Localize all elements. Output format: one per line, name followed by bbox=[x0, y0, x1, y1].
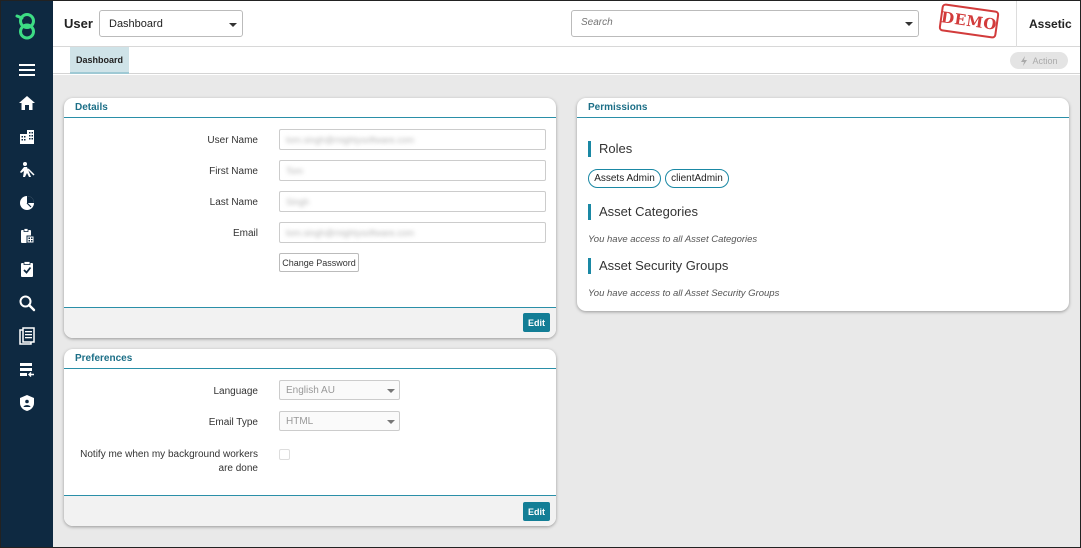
details-card-title: Details bbox=[64, 98, 556, 118]
view-select[interactable]: Dashboard bbox=[99, 10, 243, 37]
preferences-card: Preferences Language English AU Email Ty… bbox=[64, 349, 556, 526]
tab-dashboard[interactable]: Dashboard bbox=[70, 47, 129, 74]
content-area: Details User Name tom.singh@mightysoftwa… bbox=[53, 75, 1081, 548]
notify-label: Notify me when my background workers are… bbox=[74, 448, 258, 476]
roles-heading: Roles bbox=[588, 141, 632, 157]
email-type-label: Email Type bbox=[208, 417, 258, 428]
details-edit-button[interactable]: Edit bbox=[523, 313, 550, 332]
change-password-button[interactable]: Change Password bbox=[279, 253, 359, 272]
search-input[interactable] bbox=[581, 17, 881, 28]
action-button-label: Action bbox=[1032, 55, 1058, 66]
email-field[interactable]: tom.singh@mightysoftware.com bbox=[279, 222, 546, 243]
action-button[interactable]: Action bbox=[1010, 52, 1068, 69]
pie-chart-icon[interactable] bbox=[16, 192, 38, 214]
permissions-card-title: Permissions bbox=[577, 98, 1069, 118]
last-name-label: Last Name bbox=[209, 197, 258, 208]
preferences-edit-button[interactable]: Edit bbox=[523, 502, 550, 521]
language-value: English AU bbox=[286, 385, 335, 396]
asset-categories-note: You have access to all Asset Categories bbox=[588, 234, 758, 245]
email-value: tom.singh@mightysoftware.com bbox=[286, 228, 415, 238]
tab-bar: Dashboard Action bbox=[53, 47, 1081, 74]
username-field[interactable]: tom.singh@mightysoftware.com bbox=[279, 129, 546, 150]
view-select-value: Dashboard bbox=[109, 18, 163, 30]
search-icon[interactable] bbox=[16, 292, 38, 314]
notify-checkbox[interactable] bbox=[279, 449, 290, 460]
email-label: Email bbox=[232, 228, 258, 239]
first-name-label: First Name bbox=[209, 166, 258, 177]
buildings-icon[interactable] bbox=[16, 126, 38, 148]
shield-icon[interactable] bbox=[16, 392, 38, 414]
chevron-down-icon bbox=[387, 420, 395, 424]
notify-label-line1: Notify me when my background workers bbox=[80, 449, 258, 460]
email-type-select[interactable]: HTML bbox=[279, 411, 400, 431]
menu-icon[interactable] bbox=[16, 59, 38, 81]
preferences-card-title: Preferences bbox=[64, 349, 556, 369]
worker-icon[interactable] bbox=[16, 159, 38, 181]
home-icon[interactable] bbox=[16, 92, 38, 114]
list-import-icon[interactable] bbox=[16, 359, 38, 381]
language-select[interactable]: English AU bbox=[279, 380, 400, 400]
details-card: Details User Name tom.singh@mightysoftwa… bbox=[64, 98, 556, 338]
role-pill[interactable]: clientAdmin bbox=[665, 169, 729, 188]
assetic-logo[interactable] bbox=[14, 12, 40, 40]
username-label: User Name bbox=[207, 135, 258, 146]
documents-icon[interactable] bbox=[16, 325, 38, 347]
clipboard-check-icon[interactable] bbox=[16, 258, 38, 280]
first-name-value: Tom bbox=[286, 166, 304, 176]
chevron-down-icon bbox=[387, 389, 395, 393]
sidebar bbox=[0, 0, 53, 548]
username-value: tom.singh@mightysoftware.com bbox=[286, 135, 415, 145]
last-name-field[interactable]: Singh bbox=[279, 191, 546, 212]
language-label: Language bbox=[213, 386, 259, 397]
lightning-icon bbox=[1021, 55, 1028, 66]
asset-security-groups-heading: Asset Security Groups bbox=[588, 258, 728, 274]
demo-stamp: DEMO bbox=[938, 3, 1000, 39]
chevron-down-icon bbox=[229, 23, 237, 27]
search-box[interactable] bbox=[571, 10, 919, 37]
last-name-value: Singh bbox=[286, 197, 310, 207]
role-pill[interactable]: Assets Admin bbox=[588, 169, 661, 188]
notify-label-line2: are done bbox=[218, 463, 258, 474]
details-card-footer: Edit bbox=[64, 307, 556, 338]
page-title: User bbox=[64, 16, 93, 31]
asset-categories-heading: Asset Categories bbox=[588, 204, 698, 220]
divider bbox=[1016, 0, 1017, 47]
permissions-card: Permissions Roles Assets Admin clientAdm… bbox=[577, 98, 1069, 311]
asset-security-groups-note: You have access to all Asset Security Gr… bbox=[588, 288, 780, 299]
preferences-card-footer: Edit bbox=[64, 495, 556, 526]
brand-name: Assetic bbox=[1029, 17, 1072, 31]
clipboard-grid-icon[interactable] bbox=[16, 225, 38, 247]
first-name-field[interactable]: Tom bbox=[279, 160, 546, 181]
top-header: User Dashboard DEMO Assetic bbox=[53, 0, 1081, 47]
chevron-down-icon[interactable] bbox=[905, 22, 913, 26]
email-type-value: HTML bbox=[286, 416, 314, 427]
